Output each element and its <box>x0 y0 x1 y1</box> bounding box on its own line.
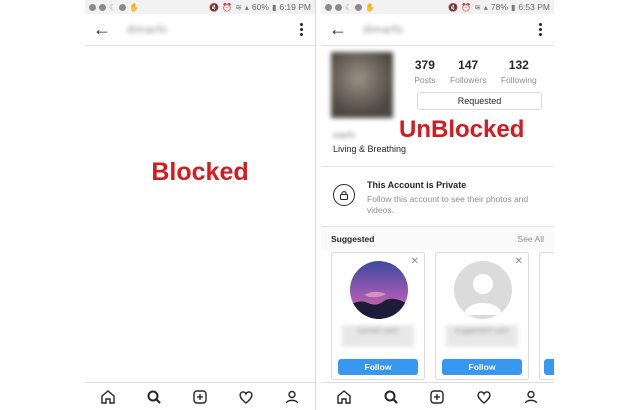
add-post-icon[interactable] <box>189 386 211 408</box>
requested-button[interactable]: Requested <box>417 92 542 110</box>
stat-value: 147 <box>458 58 479 72</box>
clock: 6:53 PM <box>518 2 550 12</box>
hand-icon: ✋ <box>129 2 140 12</box>
stat-label: Posts <box>414 75 436 85</box>
status-bar: ☾ ✋ 🔇 ⏰ ≋ ▴ 78% ▮ 6:53 PM <box>321 0 554 14</box>
bottom-tab-bar <box>321 382 554 410</box>
follow-button-partial[interactable] <box>544 359 554 375</box>
notification-icon <box>119 3 127 11</box>
notification-icon <box>335 3 342 11</box>
home-icon[interactable] <box>333 386 355 408</box>
alarm-icon: ⏰ <box>222 2 233 12</box>
header-username: dimarfo <box>363 23 404 36</box>
suggested-cards: ✕ sunset user Follow ✕ suggested user Fo… <box>331 252 554 382</box>
profile-stats: 379 Posts 147 Followers 132 Following <box>407 58 544 85</box>
signal-icon: ▴ <box>244 2 249 12</box>
suggested-name: sunset user <box>342 325 414 347</box>
notification-icon <box>99 3 106 11</box>
search-icon[interactable] <box>380 386 402 408</box>
battery-icon: ▮ <box>271 2 277 12</box>
header-username: dimarfo <box>127 23 168 36</box>
mute-icon: 🔇 <box>448 2 459 12</box>
suggested-header: Suggested See All <box>321 226 554 250</box>
profile-header: ← dimarfo <box>85 14 315 46</box>
heart-icon[interactable] <box>473 386 495 408</box>
phone-unblocked-screen: ☾ ✋ 🔇 ⏰ ≋ ▴ 78% ▮ 6:53 PM ← dimarfo 379 … <box>321 0 554 410</box>
battery-icon: ▮ <box>510 2 516 12</box>
bottom-tab-bar <box>85 382 315 410</box>
suggested-avatar[interactable] <box>454 261 512 319</box>
follow-button[interactable]: Follow <box>442 359 522 375</box>
follow-button[interactable]: Follow <box>338 359 418 375</box>
moon-icon: ☾ <box>109 2 117 12</box>
profile-bio: Living & Breathing <box>333 144 407 154</box>
alarm-icon: ⏰ <box>461 2 472 12</box>
status-bar: ☾ ✋ 🔇 ⏰ ≋ ▴ 60% ▮ 6:19 PM <box>85 0 315 14</box>
back-arrow-icon[interactable]: ← <box>93 19 115 40</box>
heart-icon[interactable] <box>235 386 257 408</box>
see-all-link[interactable]: See All <box>518 234 544 244</box>
notification-icon <box>355 3 363 11</box>
private-account-description: Follow this account to see their photos … <box>367 194 529 215</box>
lock-icon <box>333 184 355 206</box>
moon-icon: ☾ <box>345 2 353 12</box>
notification-icon <box>325 3 332 11</box>
suggested-card-partial[interactable] <box>539 252 554 380</box>
battery-percent: 78% <box>490 2 508 12</box>
more-vertical-icon[interactable] <box>535 21 546 38</box>
close-icon[interactable]: ✕ <box>411 256 419 267</box>
signal-icon: ▴ <box>483 2 488 12</box>
unblocked-annotation: UnBlocked <box>399 116 525 143</box>
suggested-card[interactable]: ✕ suggested user Follow <box>435 252 529 380</box>
wifi-icon: ≋ <box>474 2 481 12</box>
phone-blocked-screen: ☾ ✋ 🔇 ⏰ ≋ ▴ 60% ▮ 6:19 PM ← dimarfo Bloc… <box>85 0 316 410</box>
search-icon[interactable] <box>143 386 165 408</box>
battery-percent: 60% <box>251 2 269 12</box>
stat-value: 379 <box>414 58 435 72</box>
notification-icon <box>89 3 96 11</box>
profile-summary: 379 Posts 147 Followers 132 Following Re… <box>331 52 544 118</box>
suggested-avatar[interactable] <box>350 261 408 319</box>
stat-following[interactable]: 132 Following <box>501 58 537 85</box>
suggested-name: suggested user <box>446 325 518 347</box>
profile-header: ← dimarfo <box>321 14 554 46</box>
blocked-annotation: Blocked <box>151 158 249 186</box>
mute-icon: 🔇 <box>209 2 220 12</box>
suggested-title: Suggested <box>331 233 375 244</box>
stat-posts[interactable]: 379 Posts <box>414 58 435 85</box>
home-icon[interactable] <box>97 386 119 408</box>
suggested-card[interactable]: ✕ sunset user Follow <box>331 252 425 380</box>
more-vertical-icon[interactable] <box>296 21 307 38</box>
stat-value: 132 <box>508 58 529 72</box>
hand-icon: ✋ <box>365 2 376 12</box>
clock: 6:19 PM <box>279 2 311 12</box>
avatar <box>331 52 393 118</box>
stat-followers[interactable]: 147 Followers <box>450 58 486 85</box>
private-account-title: This Account is Private <box>367 180 467 190</box>
display-name: warfo <box>333 130 356 140</box>
close-icon[interactable]: ✕ <box>515 256 523 267</box>
stat-label: Following <box>500 75 537 85</box>
add-post-icon[interactable] <box>426 386 448 408</box>
profile-icon[interactable] <box>281 386 303 408</box>
profile-icon[interactable] <box>520 386 542 408</box>
divider <box>321 166 554 167</box>
back-arrow-icon[interactable]: ← <box>329 19 351 40</box>
stat-label: Followers <box>449 75 487 85</box>
wifi-icon: ≋ <box>235 2 242 12</box>
